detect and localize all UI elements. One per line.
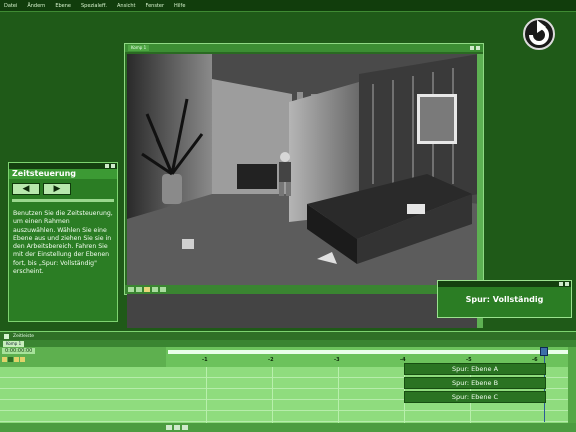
layer-bar-c[interactable]: Spur: Ebene C (404, 391, 546, 403)
grid-line (272, 367, 273, 427)
switch-icon[interactable] (2, 357, 7, 362)
tick-label: -2 (268, 357, 274, 363)
zoom-out-icon[interactable] (166, 425, 172, 430)
instructions-text: Benutzen Sie die Zeitsteuerung, um einen… (13, 210, 113, 276)
toolbar-button-icon[interactable] (160, 287, 166, 292)
toolbar-button-icon[interactable] (136, 287, 142, 292)
zoom-slider-icon[interactable] (174, 425, 180, 430)
menu-item-ebene[interactable]: Ebene (55, 3, 71, 9)
playhead-handle[interactable] (540, 347, 548, 356)
timeline-tabs: Komp 1 (0, 340, 576, 347)
panel-title: Zeitsteuerung (9, 169, 117, 179)
previous-frame-button[interactable]: ◀ (12, 183, 40, 195)
close-icon[interactable] (111, 164, 115, 168)
spur-status-text: Spur: Vollständig (465, 295, 544, 304)
composition-toolbar (125, 285, 483, 294)
switch-icon[interactable] (20, 357, 25, 362)
toolbar-button-icon[interactable] (152, 287, 158, 292)
close-icon[interactable] (476, 46, 480, 50)
zeitsteuerung-panel: Zeitsteuerung ◀ ▶ Benutzen Sie die Zeits… (8, 162, 118, 322)
composition-titlebar: Komp 1 (125, 44, 483, 52)
work-area-bar[interactable] (168, 350, 572, 354)
timeline-area: 0:00:00:00 -1 -2 -3 -4 -5 -6 Spur: Ebene… (0, 347, 576, 432)
switch-icon[interactable] (14, 357, 19, 362)
grid-line (338, 367, 339, 427)
divider (12, 199, 114, 202)
grid-line (206, 367, 207, 427)
minimize-icon[interactable] (559, 282, 563, 286)
menu-item-ansicht[interactable]: Ansicht (117, 3, 135, 9)
composition-tab[interactable]: Komp 1 (128, 45, 150, 51)
spur-status-panel: Spur: Vollständig (437, 280, 572, 318)
menu-item-hilfe[interactable]: Hilfe (174, 3, 185, 9)
menu-item-fenster[interactable]: Fenster (145, 3, 164, 9)
menu-item-datei[interactable]: Datei (4, 3, 17, 9)
timeline-title: Zeitleiste (13, 333, 35, 339)
menu-bar: Datei Ändern Ebene Spezialeff. Ansicht F… (0, 0, 576, 12)
scene-image (127, 54, 479, 285)
timeline-controls: 0:00:00:00 (0, 347, 166, 367)
arrow-right-icon: ▶ (53, 184, 61, 194)
toolbar-button-icon[interactable] (128, 287, 134, 292)
layer-bar-b[interactable]: Spur: Ebene B (404, 377, 546, 389)
timeline-bottom-bar (0, 423, 576, 432)
minimize-icon[interactable] (105, 164, 109, 168)
tick-label: -3 (334, 357, 340, 363)
track-row (0, 411, 576, 422)
menu-item-aendern[interactable]: Ändern (27, 3, 45, 9)
arrow-left-icon: ◀ (22, 184, 30, 194)
timeline-icon (4, 333, 9, 339)
menu-item-spezialeffekte[interactable]: Spezialeff. (81, 3, 107, 9)
toolbar-button-icon[interactable] (144, 287, 150, 292)
tick-label: -1 (202, 357, 208, 363)
close-icon[interactable] (565, 282, 569, 286)
refresh-arrow-icon[interactable] (520, 14, 558, 52)
layer-bar-a[interactable]: Spur: Ebene A (404, 363, 546, 375)
zoom-in-icon[interactable] (182, 425, 188, 430)
timeline-scrollbar[interactable] (568, 347, 576, 423)
minimize-icon[interactable] (470, 46, 474, 50)
next-frame-button[interactable]: ▶ (43, 183, 71, 195)
switch-icon[interactable] (8, 357, 13, 362)
composition-window: Komp 1 (124, 43, 484, 328)
timecode[interactable]: 0:00:00:00 (2, 348, 36, 354)
timeline-titlebar: Zeitleiste (0, 331, 576, 340)
